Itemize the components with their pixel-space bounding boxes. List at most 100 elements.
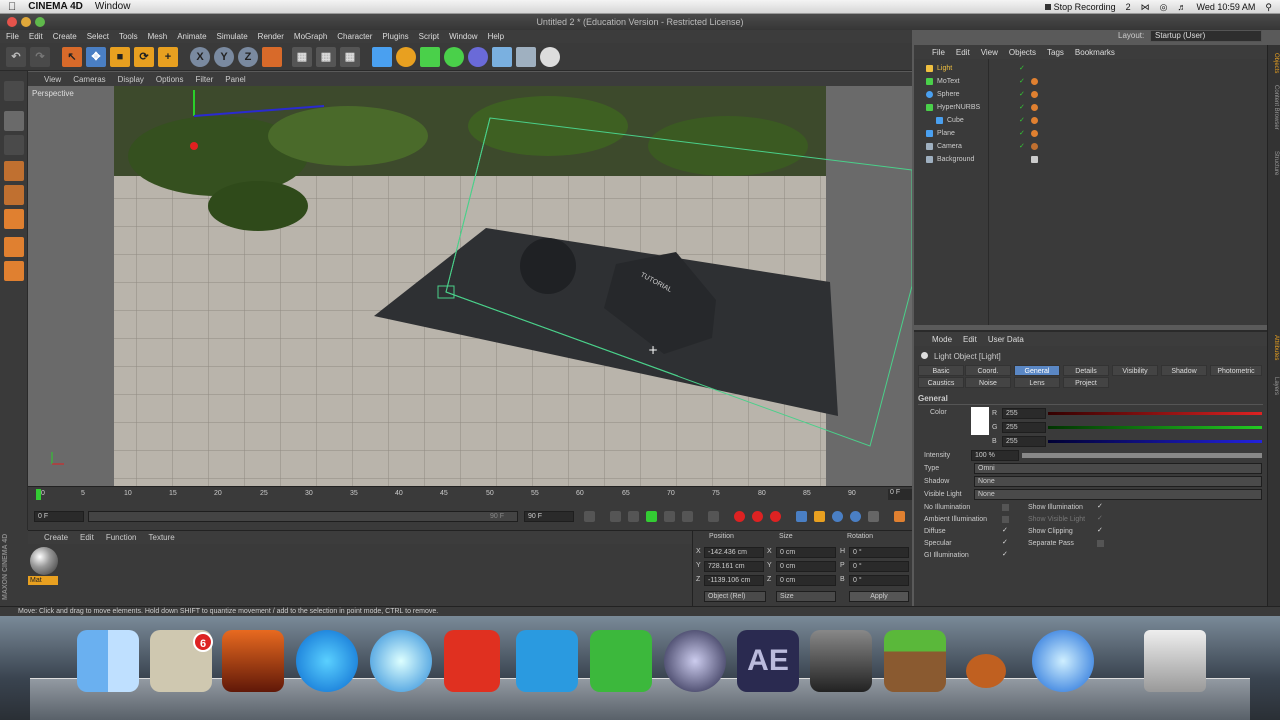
camera-icon[interactable] (516, 47, 536, 67)
key-scale-icon[interactable] (814, 511, 825, 522)
coordinate-system-icon[interactable] (262, 47, 282, 67)
clock[interactable]: Wed 10:59 AM (1197, 2, 1256, 12)
gi-illumination-checkbox[interactable]: ✓ (1002, 550, 1008, 558)
end-frame-field[interactable]: 90 F (524, 511, 574, 522)
garageband-icon[interactable] (958, 630, 1020, 692)
color-swatch[interactable] (971, 407, 989, 435)
y-axis-lock-button[interactable]: Y (214, 47, 234, 67)
frame-range-slider[interactable] (88, 511, 518, 522)
visibility-check-icon[interactable]: ✓ (1019, 101, 1025, 114)
notification-count[interactable]: 2 (1126, 2, 1131, 12)
scene-floor-icon[interactable] (492, 47, 512, 67)
visible-light-select[interactable]: None (974, 489, 1262, 500)
menu-animate[interactable]: Animate (177, 32, 206, 41)
menu-simulate[interactable]: Simulate (217, 32, 248, 41)
position-z-field[interactable]: -1139.106 cm (704, 575, 764, 586)
object-menu-objects[interactable]: Objects (1009, 48, 1036, 57)
points-mode-icon[interactable] (4, 161, 24, 181)
deformer-icon[interactable] (468, 47, 488, 67)
attribute-menu-user-data[interactable]: User Data (988, 335, 1024, 344)
quicktime-icon[interactable] (1032, 630, 1094, 692)
object-row-cube[interactable]: Cube ✓ (936, 114, 1266, 127)
texture-tag-icon[interactable] (1031, 156, 1038, 163)
intensity-slider[interactable] (1022, 453, 1262, 458)
pages-icon[interactable] (444, 630, 500, 692)
next-key-icon[interactable] (682, 511, 693, 522)
position-x-field[interactable]: -142.436 cm (704, 547, 764, 558)
texture-mode-icon[interactable] (4, 135, 24, 155)
show-clipping-checkbox[interactable]: ✓ (1097, 526, 1103, 534)
model-mode-icon[interactable] (4, 111, 24, 131)
side-tab-layers[interactable]: Layers (1273, 377, 1279, 395)
scale-tool-icon[interactable]: ■ (110, 47, 130, 67)
viewport-menu-filter[interactable]: Filter (195, 75, 213, 84)
tab-shadow[interactable]: Shadow (1161, 365, 1207, 376)
color-b-slider[interactable] (1048, 440, 1262, 443)
current-frame-field[interactable]: 0 F (888, 489, 912, 500)
final-cut-pro-icon[interactable] (810, 630, 872, 692)
light-icon[interactable] (540, 47, 560, 67)
object-row-plane[interactable]: Plane ✓ (926, 127, 1256, 140)
tab-general[interactable]: General (1014, 365, 1060, 376)
menu-plugins[interactable]: Plugins (382, 32, 408, 41)
viewport-menu-display[interactable]: Display (118, 75, 144, 84)
safari-icon[interactable] (370, 630, 432, 692)
side-tab-objects[interactable]: Objects (1273, 53, 1279, 73)
minimize-window-button[interactable] (21, 17, 31, 27)
separate-pass-checkbox[interactable] (1097, 540, 1104, 547)
visibility-check-icon[interactable]: ✓ (1019, 127, 1025, 140)
window-menu[interactable]: Window (95, 1, 131, 12)
material-tag-icon[interactable] (1031, 104, 1038, 111)
mograph-tag-icon[interactable] (1031, 78, 1038, 85)
spotlight-icon[interactable]: ⚲ (1265, 2, 1272, 13)
zoom-window-button[interactable] (35, 17, 45, 27)
menu-mograph[interactable]: MoGraph (294, 32, 327, 41)
material-menu-create[interactable]: Create (44, 533, 68, 542)
visibility-check-icon[interactable]: ✓ (1019, 88, 1025, 101)
array-icon[interactable] (444, 47, 464, 67)
start-frame-field[interactable]: 0 F (34, 511, 84, 522)
rotation-p-field[interactable]: 0 ° (849, 561, 909, 572)
stop-recording-icon[interactable] (1044, 4, 1051, 10)
stop-recording-label[interactable]: Stop Recording (1054, 2, 1116, 12)
object-menu-view[interactable]: View (981, 48, 998, 57)
material-tag-icon[interactable] (1031, 91, 1038, 98)
visibility-check-icon[interactable]: ✓ (1019, 75, 1025, 88)
key-rotation-icon[interactable] (832, 511, 843, 522)
key-pla-icon[interactable] (868, 511, 879, 522)
menu-edit[interactable]: Edit (29, 32, 43, 41)
play-icon[interactable] (646, 511, 657, 522)
side-tab-attributes[interactable]: Attributes (1273, 335, 1279, 360)
menu-mesh[interactable]: Mesh (148, 32, 168, 41)
viewport-menu-panel[interactable]: Panel (225, 75, 245, 84)
close-window-button[interactable] (7, 17, 17, 27)
menu-file[interactable]: File (6, 32, 19, 41)
key-parameter-icon[interactable] (850, 511, 861, 522)
object-menu-tags[interactable]: Tags (1047, 48, 1064, 57)
coordinate-mode-select[interactable]: Object (Rel) (704, 591, 766, 602)
size-mode-select[interactable]: Size (776, 591, 836, 602)
after-effects-icon[interactable]: AE (737, 630, 799, 692)
3d-viewport[interactable]: TUTORIAL + Perspective (28, 86, 912, 486)
tab-noise[interactable]: Noise (965, 377, 1011, 388)
material-menu-texture[interactable]: Texture (149, 533, 175, 542)
word-icon[interactable] (516, 630, 578, 692)
visibility-check-icon[interactable]: ✓ (1019, 114, 1025, 127)
apple-icon[interactable]:  (8, 1, 16, 13)
snap-icon[interactable] (4, 261, 24, 281)
minecraft-icon[interactable] (884, 630, 946, 692)
material-swatch[interactable] (30, 547, 58, 575)
render-picture-viewer-icon[interactable]: ▦ (316, 47, 336, 67)
volume-icon[interactable]: ♬ (1178, 2, 1187, 12)
wifi-icon[interactable]: ◎ (1160, 2, 1168, 13)
keyframe-selection-icon[interactable] (770, 511, 781, 522)
specular-checkbox[interactable]: ✓ (1002, 538, 1008, 546)
app-menu[interactable]: CINEMA 4D (28, 1, 83, 12)
tab-visibility[interactable]: Visibility (1112, 365, 1158, 376)
rotation-h-field[interactable]: 0 ° (849, 547, 909, 558)
object-row-hypernurbs[interactable]: HyperNURBS ✓ (926, 101, 1256, 114)
tab-photometric[interactable]: Photometric (1210, 365, 1262, 376)
make-editable-icon[interactable] (4, 81, 24, 101)
menu-create[interactable]: Create (53, 32, 77, 41)
tab-coord[interactable]: Coord. (965, 365, 1011, 376)
